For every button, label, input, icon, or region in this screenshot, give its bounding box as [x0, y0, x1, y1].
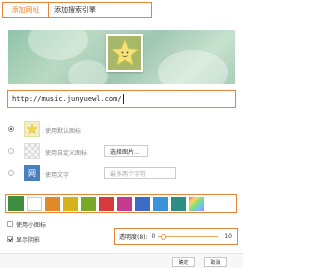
opacity-slider[interactable]	[158, 233, 219, 240]
color-swatch-blue[interactable]	[135, 196, 150, 211]
preview-tile	[106, 34, 143, 72]
color-swatch-red[interactable]	[99, 196, 114, 211]
star-face-icon	[110, 38, 139, 66]
opacity-min: 0	[151, 233, 156, 240]
color-swatch-magenta[interactable]	[117, 196, 132, 211]
color-swatch-custom[interactable]	[189, 196, 204, 211]
dialog-footer: 确定 取消	[0, 253, 243, 268]
tab-bar: 添加网址 添加搜索引擎	[2, 2, 152, 18]
ok-button[interactable]: 确定	[172, 257, 195, 267]
show-shadow-checkbox[interactable]	[7, 236, 13, 242]
tab-add-url[interactable]: 添加网址	[3, 3, 49, 17]
color-swatch-teal[interactable]	[171, 196, 186, 211]
text-caret	[122, 94, 124, 104]
text-icon-input[interactable]: 最多两个字符	[104, 167, 176, 179]
small-icon-label: 使用小图标	[16, 222, 47, 229]
checker-thumb-icon	[24, 143, 40, 159]
opacity-max: 10	[224, 233, 232, 240]
tab-add-search-engine[interactable]: 添加搜索引擎	[49, 3, 151, 17]
radio-default-icon[interactable]	[8, 126, 14, 132]
show-shadow-label: 显示阴影	[16, 237, 41, 244]
show-shadow-option[interactable]: 显示阴影	[0, 234, 110, 244]
color-swatch-bar	[5, 194, 237, 213]
color-swatch-yellow[interactable]	[63, 196, 78, 211]
cancel-button[interactable]: 取消	[204, 257, 227, 267]
preview-banner	[8, 30, 235, 84]
option-text-icon[interactable]: 网 使用文字 最多两个字符	[0, 165, 243, 181]
option-default-icon[interactable]: 使用默认图标	[0, 121, 243, 137]
url-input[interactable]: http://music.junyuewl.com/	[7, 90, 236, 108]
small-icon-option[interactable]: 使用小图标	[0, 219, 110, 229]
color-swatch-white[interactable]	[27, 196, 42, 211]
radio-custom-icon[interactable]	[8, 148, 14, 154]
color-swatch-green[interactable]	[8, 196, 24, 211]
choose-image-button[interactable]: 选择图片...	[104, 145, 148, 157]
option-custom-label: 使用自定义图标	[45, 150, 88, 157]
option-custom-icon[interactable]: 使用自定义图标 选择图片...	[0, 143, 243, 159]
url-value: http://music.junyuewl.com/	[12, 95, 122, 103]
color-swatch-sky[interactable]	[153, 196, 168, 211]
opacity-track	[158, 235, 219, 237]
opacity-slider-handle[interactable]	[161, 233, 167, 240]
color-swatch-orange[interactable]	[45, 196, 60, 211]
opacity-control: 透明度(8): 0 10	[114, 228, 238, 245]
option-text-label: 使用文字	[45, 172, 70, 179]
option-default-label: 使用默认图标	[45, 128, 82, 135]
small-icon-checkbox[interactable]	[7, 221, 13, 227]
radio-text-icon[interactable]	[8, 170, 14, 176]
opacity-label: 透明度(8):	[119, 234, 148, 241]
text-thumb-icon: 网	[24, 165, 40, 181]
star-thumb-icon	[24, 121, 40, 137]
color-swatch-lime[interactable]	[81, 196, 96, 211]
